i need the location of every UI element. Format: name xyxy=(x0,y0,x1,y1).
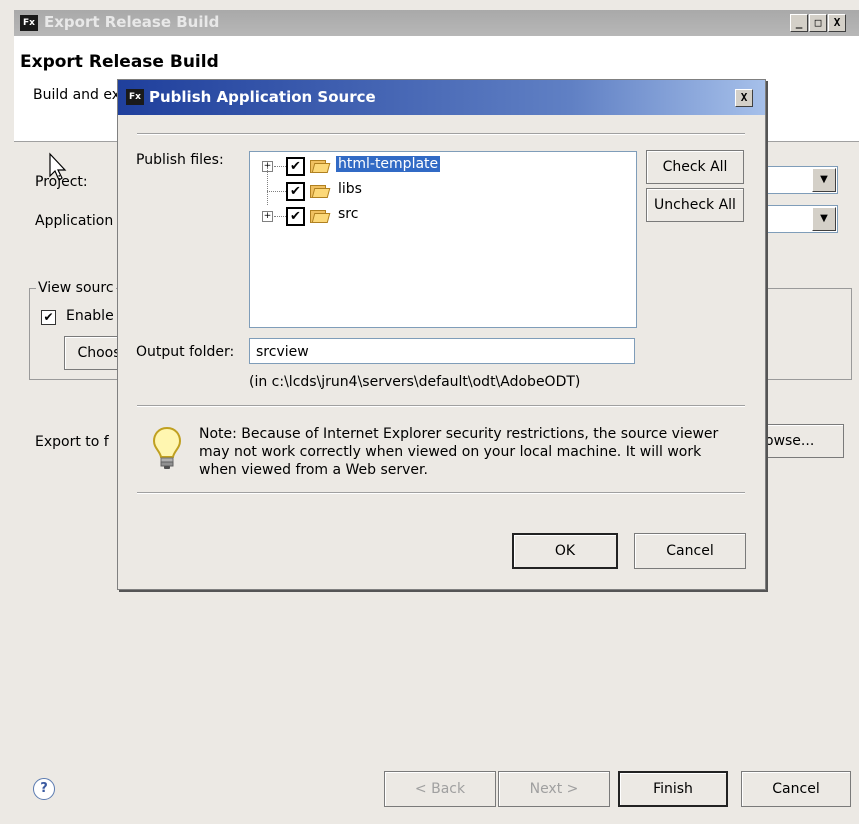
tree-connector xyxy=(267,167,268,191)
folder-open-icon xyxy=(310,209,331,223)
separator xyxy=(137,492,745,494)
checkbox-checked-icon[interactable]: ✔ xyxy=(286,182,305,201)
dialog-cancel-button[interactable]: Cancel xyxy=(634,533,746,569)
security-note-line: when viewed from a Web server. xyxy=(199,462,428,478)
uncheck-all-button[interactable]: Uncheck All xyxy=(646,188,744,222)
checkbox-checked-icon[interactable]: ✔ xyxy=(286,157,305,176)
chevron-down-icon[interactable]: ▼ xyxy=(812,207,836,231)
tree-item-html-template[interactable]: + ✔ html-template xyxy=(250,154,630,178)
publish-files-tree[interactable]: + ✔ html-template ✔ libs + ✔ src xyxy=(249,151,637,328)
check-all-button[interactable]: Check All xyxy=(646,150,744,184)
tree-item-src[interactable]: + ✔ src xyxy=(250,192,630,228)
tree-item-label: libs xyxy=(338,181,362,197)
checkbox-checked-icon[interactable]: ✔ xyxy=(286,207,305,226)
minimize-button[interactable]: _ xyxy=(790,14,808,32)
app-logo-icon: Fx xyxy=(126,89,144,105)
export-to-label: Export to f xyxy=(35,434,109,450)
outer-cancel-button[interactable]: Cancel xyxy=(741,771,851,807)
page-description: Build and ex xyxy=(33,87,121,103)
ok-button[interactable]: OK xyxy=(512,533,618,569)
expand-icon[interactable]: + xyxy=(262,211,273,222)
finish-button[interactable]: Finish xyxy=(618,771,728,807)
help-icon[interactable]: ? xyxy=(33,778,55,800)
view-source-group-label: View sourc xyxy=(36,280,116,296)
dialog-title: Publish Application Source xyxy=(149,88,376,106)
tree-connector xyxy=(267,191,286,192)
tree-item-label: html-template xyxy=(336,156,441,172)
chevron-down-icon[interactable]: ▼ xyxy=(812,168,836,192)
tree-item-libs[interactable]: ✔ libs xyxy=(250,167,630,203)
outer-window-title: Export Release Build xyxy=(44,13,220,31)
output-path-note: (in c:\lcds\jrun4\servers\default\odt\Ad… xyxy=(249,374,581,390)
project-label: Project: xyxy=(35,174,88,190)
output-folder-input[interactable]: srcview xyxy=(249,338,635,364)
security-note: Note: Because of Internet Explorer secur… xyxy=(199,425,718,479)
page-title: Export Release Build xyxy=(20,52,219,72)
app-logo-icon: Fx xyxy=(20,15,38,31)
separator xyxy=(137,405,745,407)
publish-files-label: Publish files: xyxy=(136,152,224,168)
tree-connector xyxy=(274,216,286,217)
application-combo[interactable]: ▼ xyxy=(760,205,838,233)
outer-title-bar[interactable]: Fx Export Release Build _ □ X xyxy=(14,10,859,36)
enable-view-source-checkbox[interactable]: ✔ xyxy=(41,310,56,325)
output-folder-label: Output folder: xyxy=(136,344,235,360)
maximize-button[interactable]: □ xyxy=(809,14,827,32)
application-label: Application xyxy=(35,213,114,229)
close-button[interactable]: X xyxy=(828,14,846,32)
browse-button[interactable]: owse... xyxy=(754,424,844,458)
security-note-line: may not work correctly when viewed on yo… xyxy=(199,444,702,460)
tree-connector xyxy=(274,166,286,167)
next-button[interactable]: Next > xyxy=(498,771,610,807)
dialog-close-button[interactable]: X xyxy=(735,89,753,107)
dialog-title-bar[interactable]: Fx Publish Application Source X xyxy=(118,80,765,115)
publish-application-source-dialog: Fx Publish Application Source X Publish … xyxy=(117,79,766,590)
lightbulb-icon xyxy=(152,426,182,469)
security-note-line: Note: Because of Internet Explorer secur… xyxy=(199,426,719,442)
tree-item-label: src xyxy=(338,206,359,222)
back-button[interactable]: < Back xyxy=(384,771,496,807)
folder-open-icon xyxy=(310,159,331,173)
project-combo[interactable]: ▼ xyxy=(760,166,838,194)
separator xyxy=(137,133,745,135)
enable-label: Enable xyxy=(66,308,114,324)
tree-connector xyxy=(267,192,268,205)
folder-open-icon xyxy=(310,184,331,198)
